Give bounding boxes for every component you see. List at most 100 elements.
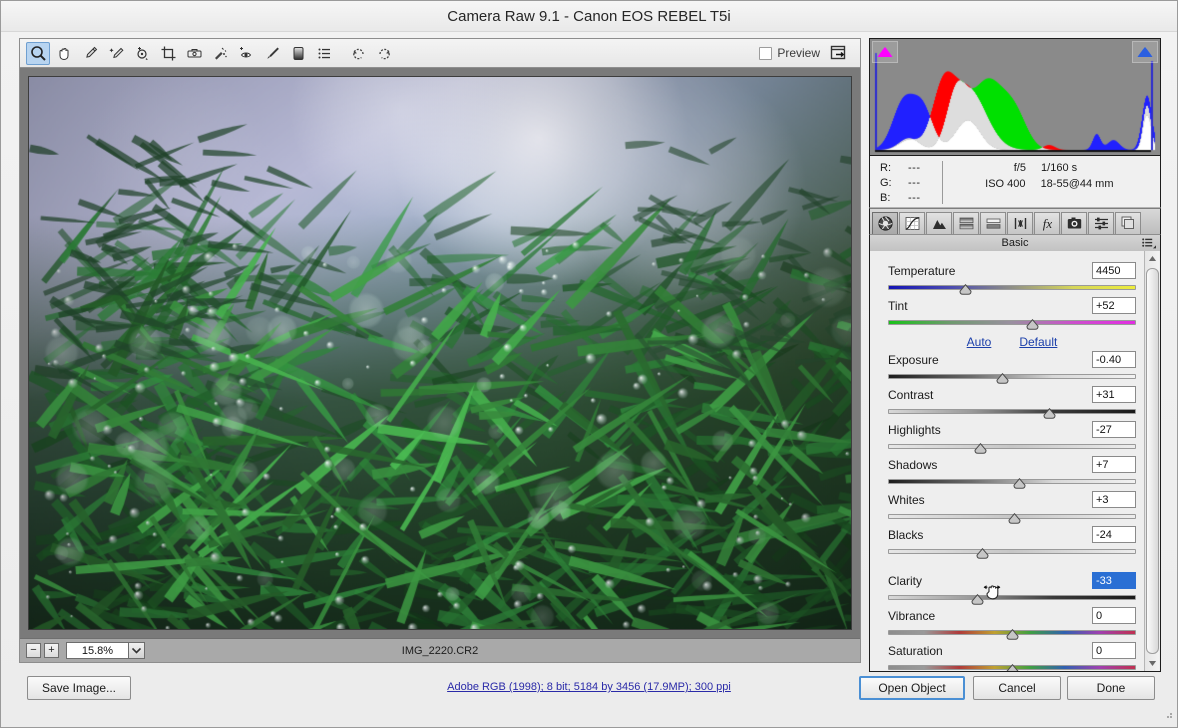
scroll-up-arrow[interactable] <box>1145 251 1160 266</box>
done-button[interactable]: Done <box>1067 676 1155 700</box>
slider-track-tint[interactable] <box>888 320 1136 325</box>
straighten-tool-icon[interactable] <box>182 42 206 65</box>
panel-menu-icon[interactable] <box>1142 238 1156 252</box>
slider-saturation[interactable]: Saturation0 <box>888 641 1136 672</box>
red-eye-removal-tool-icon[interactable] <box>234 42 258 65</box>
slider-thumb-exposure[interactable] <box>996 371 1009 382</box>
photo-preview[interactable] <box>28 76 852 630</box>
slider-thumb-clarity[interactable] <box>971 592 984 603</box>
slider-thumb-blacks[interactable] <box>976 546 989 557</box>
rgb-row-r: R: --- <box>880 160 942 175</box>
slider-track-exposure[interactable] <box>888 374 1136 379</box>
slider-thumb-tint[interactable] <box>1026 317 1039 328</box>
default-link[interactable]: Default <box>1019 335 1057 349</box>
slider-track-wrap-blacks[interactable] <box>888 545 1136 558</box>
slider-track-highlights[interactable] <box>888 444 1136 449</box>
slider-exposure[interactable]: Exposure-0.40 <box>888 350 1136 383</box>
slider-tint[interactable]: Tint+52 <box>888 296 1136 329</box>
slider-track-shadows[interactable] <box>888 479 1136 484</box>
slider-track-wrap-whites[interactable] <box>888 510 1136 523</box>
slider-track-wrap-highlights[interactable] <box>888 440 1136 453</box>
rotate-clockwise-icon[interactable] <box>372 42 396 65</box>
auto-link[interactable]: Auto <box>967 335 992 349</box>
slider-highlights[interactable]: Highlights-27 <box>888 420 1136 453</box>
crop-tool-icon[interactable] <box>156 42 180 65</box>
slider-track-contrast[interactable] <box>888 409 1136 414</box>
rotate-counterclockwise-icon[interactable] <box>346 42 370 65</box>
preferences-tool-icon[interactable] <box>312 42 336 65</box>
spot-removal-tool-icon[interactable] <box>208 42 232 65</box>
slider-blacks[interactable]: Blacks-24 <box>888 525 1136 558</box>
zoom-tool[interactable] <box>26 42 50 65</box>
slider-value-highlights[interactable]: -27 <box>1092 421 1136 438</box>
panel-scrollbar[interactable] <box>1144 251 1159 671</box>
slider-vibrance[interactable]: Vibrance0 <box>888 606 1136 639</box>
histogram[interactable] <box>869 38 1161 156</box>
tab-snapshots[interactable] <box>1115 212 1141 234</box>
slider-value-saturation[interactable]: 0 <box>1092 642 1136 659</box>
slider-track-temperature[interactable] <box>888 285 1136 290</box>
preview-checkbox[interactable] <box>759 47 772 60</box>
cancel-button[interactable]: Cancel <box>973 676 1061 700</box>
slider-thumb-shadows[interactable] <box>1013 476 1026 487</box>
slider-value-clarity[interactable]: -33 <box>1092 572 1136 589</box>
tab-camera-calibration[interactable] <box>1061 212 1087 234</box>
scroll-down-arrow[interactable] <box>1145 656 1160 671</box>
slider-shadows[interactable]: Shadows+7 <box>888 455 1136 488</box>
slider-whites[interactable]: Whites+3 <box>888 490 1136 523</box>
fullscreen-toggle-icon[interactable] <box>828 43 850 63</box>
slider-thumb-contrast[interactable] <box>1043 406 1056 417</box>
slider-thumb-vibrance[interactable] <box>1006 627 1019 638</box>
slider-contrast[interactable]: Contrast+31 <box>888 385 1136 418</box>
color-sampler-tool-icon[interactable] <box>104 42 128 65</box>
image-stage[interactable] <box>20 68 860 638</box>
slider-label-clarity: Clarity <box>888 574 1092 588</box>
zoom-in-button[interactable]: + <box>44 643 59 658</box>
slider-thumb-temperature[interactable] <box>959 282 972 293</box>
adjustment-brush-tool-icon[interactable] <box>260 42 284 65</box>
slider-track-wrap-clarity[interactable] <box>888 591 1136 604</box>
zoom-out-button[interactable]: − <box>26 643 41 658</box>
slider-value-vibrance[interactable]: 0 <box>1092 607 1136 624</box>
slider-value-tint[interactable]: +52 <box>1092 297 1136 314</box>
slider-track-wrap-temperature[interactable] <box>888 281 1136 294</box>
slider-track-clarity[interactable] <box>888 595 1136 600</box>
slider-track-wrap-exposure[interactable] <box>888 370 1136 383</box>
slider-value-exposure[interactable]: -0.40 <box>1092 351 1136 368</box>
slider-track-wrap-contrast[interactable] <box>888 405 1136 418</box>
slider-temperature[interactable]: Temperature4450 <box>888 261 1136 294</box>
tab-effects[interactable]: fx <box>1034 212 1060 234</box>
scrollbar-thumb[interactable] <box>1146 268 1159 654</box>
slider-thumb-whites[interactable] <box>1008 511 1021 522</box>
tab-lens-corrections[interactable] <box>1007 212 1033 234</box>
hand-tool[interactable] <box>52 42 76 65</box>
resize-grip-icon[interactable] <box>1163 706 1173 724</box>
highlight-clipping-indicator[interactable] <box>1132 41 1158 63</box>
preview-toggle[interactable]: Preview <box>759 46 820 60</box>
slider-value-temperature[interactable]: 4450 <box>1092 262 1136 279</box>
tab-hsl-grayscale[interactable] <box>953 212 979 234</box>
slider-track-blacks[interactable] <box>888 549 1136 554</box>
slider-value-contrast[interactable]: +31 <box>1092 386 1136 403</box>
tab-basic[interactable] <box>872 212 898 234</box>
open-object-button[interactable]: Open Object <box>859 676 965 700</box>
slider-track-wrap-vibrance[interactable] <box>888 626 1136 639</box>
targeted-adjustment-tool-icon[interactable] <box>130 42 154 65</box>
slider-track-wrap-shadows[interactable] <box>888 475 1136 488</box>
white-balance-eyedropper-icon[interactable] <box>78 42 102 65</box>
tab-detail[interactable] <box>926 212 952 234</box>
slider-clarity[interactable]: Clarity-33 <box>888 571 1136 604</box>
tab-tone-curve[interactable] <box>899 212 925 234</box>
slider-value-shadows[interactable]: +7 <box>1092 456 1136 473</box>
tab-presets[interactable] <box>1088 212 1114 234</box>
zoom-level-dropdown[interactable] <box>128 642 145 659</box>
zoom-level-field[interactable]: 15.8% <box>66 642 128 659</box>
slider-value-whites[interactable]: +3 <box>1092 491 1136 508</box>
slider-track-wrap-tint[interactable] <box>888 316 1136 329</box>
slider-label-tint: Tint <box>888 299 1092 313</box>
tab-split-toning[interactable] <box>980 212 1006 234</box>
graduated-filter-tool-icon[interactable] <box>286 42 310 65</box>
slider-value-blacks[interactable]: -24 <box>1092 526 1136 543</box>
shadow-clipping-indicator[interactable] <box>872 41 898 63</box>
slider-thumb-highlights[interactable] <box>974 441 987 452</box>
